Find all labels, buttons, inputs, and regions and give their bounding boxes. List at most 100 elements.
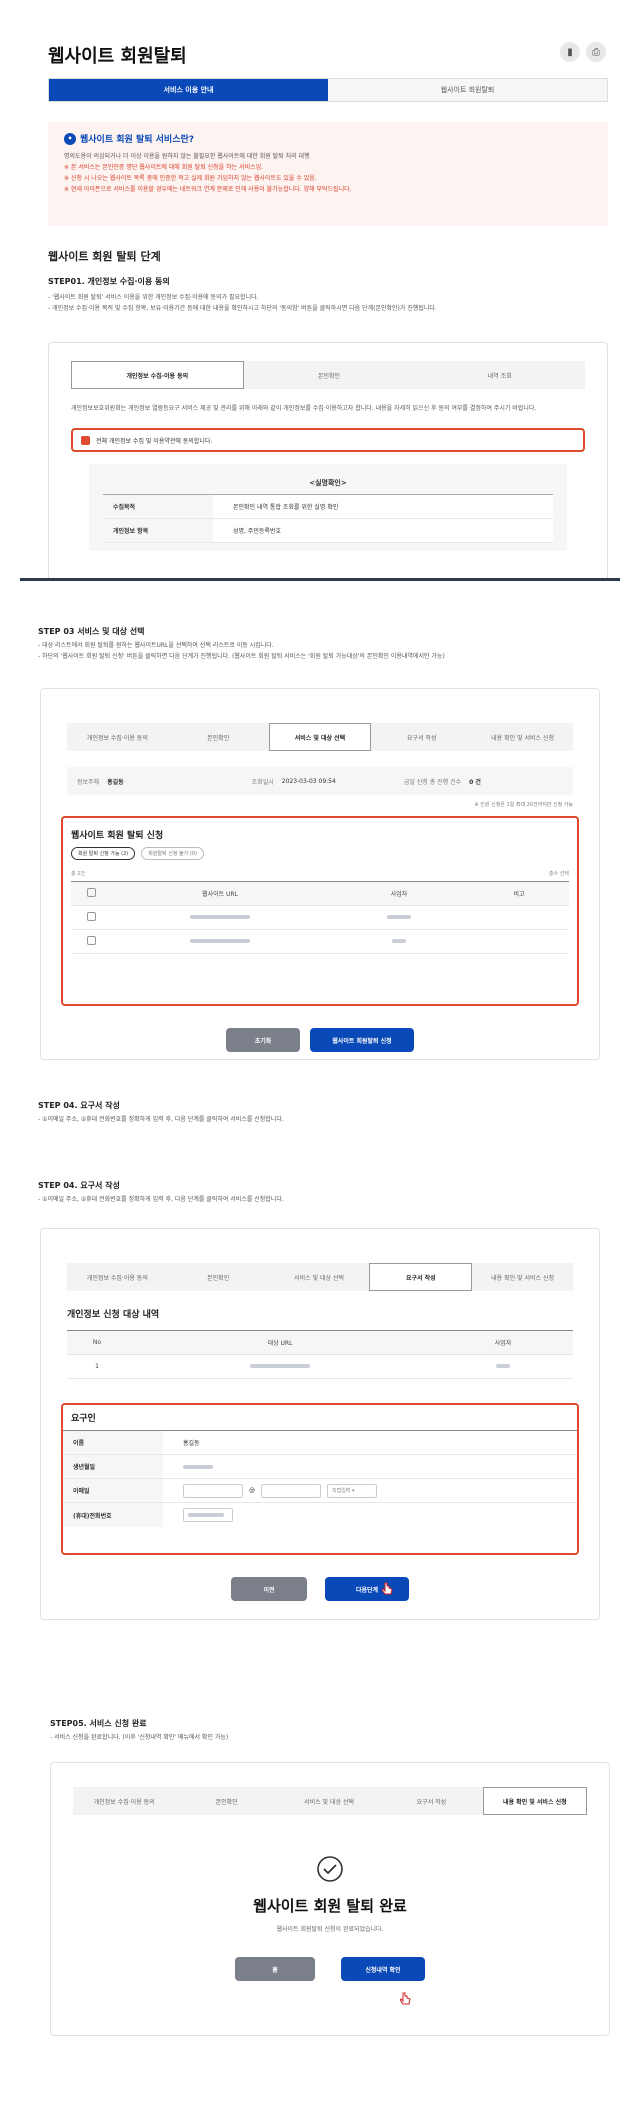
header-checkbox[interactable] xyxy=(86,888,96,897)
progress-bar: 개인정보 수집·이용 동의 본인확인 내역 조회 xyxy=(71,361,585,389)
reset-button[interactable]: 초기화 xyxy=(226,1028,300,1052)
check-history-button[interactable]: 신청내역 확인 xyxy=(341,1957,425,1981)
phone-input[interactable] xyxy=(183,1508,233,1522)
limit-note: ※ 인원 신청은 1일 최대 20건까지만 신청 가능 xyxy=(474,802,573,808)
step1-desc: - '웹사이트 회원 탈퇴' 서비스 이용을 위한 개인정보 수집·이용에 동의… xyxy=(48,294,437,312)
table-row: 1 xyxy=(67,1354,573,1379)
progress-bar: 개인정보 수집·이용 동의 본인확인 서비스 및 대상 선택 요구서 작성 내용… xyxy=(67,723,573,751)
progress-step: 본인확인 xyxy=(207,1274,230,1282)
blurred-birthdate xyxy=(183,1464,213,1469)
blurred-company xyxy=(496,1364,510,1368)
progress-step: 내용 확인 및 서비스 신청 xyxy=(491,1274,554,1282)
chip-unavailable[interactable]: 회원탈퇴 신청 불가 (0) xyxy=(141,847,204,860)
requester-title: 요구인 xyxy=(63,1411,577,1431)
pointer-cursor-icon xyxy=(382,1582,393,1595)
form-row-name: 이름 홍길동 xyxy=(63,1431,577,1455)
email-id-input[interactable] xyxy=(183,1483,243,1498)
total-count: 총 2건 xyxy=(71,871,85,877)
step1-card: 개인정보 수집·이용 동의 본인확인 내역 조회 개인정보보호위원회는 개인정보… xyxy=(48,342,608,578)
progress-step: 본인확인 xyxy=(215,1798,238,1806)
info-line: ※ 신청 시 나오는 웹사이트 목록 중에 인증한 적고 실제 회원 가입하지 … xyxy=(64,175,317,182)
blurred-company xyxy=(392,939,406,943)
consent-text: 개인정보보호위원회는 개인정보 열람등요구 서비스 제공 및 관리를 위해 아래… xyxy=(71,405,537,412)
today-count: 0 건 xyxy=(469,778,481,786)
row-checkbox[interactable] xyxy=(86,912,96,921)
owner-name: 홍길동 xyxy=(107,778,124,786)
table-row: 개인정보 항목 성명, 주민등록번호 xyxy=(103,519,553,543)
row-checkbox[interactable] xyxy=(86,936,96,945)
steps-heading: 웹사이트 회원 탈퇴 단계 xyxy=(48,250,161,263)
prev-button[interactable]: 이전 xyxy=(231,1577,307,1601)
step4-desc: - ①이메일 주소, ②휴대 전화번호를 정확하게 입력 후, 다음 단계를 클… xyxy=(38,1196,284,1203)
withdrawal-box-title: 웹사이트 회원 탈퇴 신청 xyxy=(71,831,164,841)
progress-step: 요구서 작성 xyxy=(416,1798,447,1806)
blurred-company xyxy=(387,915,411,919)
table-row: 수집목적 본인확인 내역 통합 조회를 위한 실명 확인 xyxy=(103,495,553,519)
step5-desc: - 서비스 신청을 완료합니다. (이후 '신청내역 확인' 메뉴에서 확인 가… xyxy=(50,1734,229,1741)
tab-withdrawal[interactable]: 웹사이트 회원탈퇴 xyxy=(328,79,607,101)
blurred-url xyxy=(190,939,250,943)
info-title: 웹사이트 회원 탈퇴 서비스란? xyxy=(80,135,194,145)
step5-card: 개인정보 수집·이용 동의 본인확인 서비스 및 대상 선택 요구서 작성 내용… xyxy=(50,1762,610,2036)
done-title: 웹사이트 회원 탈퇴 완료 xyxy=(253,1897,407,1915)
consent-table-title: <실명확인> xyxy=(103,472,553,495)
progress-step: 요구서 작성 xyxy=(369,1263,473,1291)
email-domain-select[interactable]: 직접입력 ▾ xyxy=(327,1483,377,1498)
blurred-url xyxy=(190,915,250,919)
progress-step: 본인확인 xyxy=(317,372,341,380)
info-box: • 웹사이트 회원 탈퇴 서비스란? 명의도용이 의심되거나 더 이상 이용을 원… xyxy=(48,122,608,226)
info-line: 명의도용이 의심되거나 더 이상 이용을 원하지 않는 불필요한 웹사이트에 대… xyxy=(64,153,310,160)
tab-bar: 서비스 이용 안내 웹사이트 회원탈퇴 xyxy=(48,78,608,102)
query-time: 2023-03-03 09:54 xyxy=(281,777,336,785)
progress-bar: 개인정보 수집·이용 동의 본인확인 서비스 및 대상 선택 요구서 작성 내용… xyxy=(73,1787,588,1815)
form-row-phone: (휴대)전화번호 xyxy=(63,1503,577,1527)
table-row[interactable] xyxy=(71,905,569,930)
check-circle-icon xyxy=(317,1856,343,1882)
chip-available[interactable]: 회원 탈퇴 신청 가능 (2) xyxy=(71,847,136,860)
step4a-desc: - ①이메일 주소, ②휴대 전화번호를 정확하게 입력 후, 다음 단계를 클… xyxy=(38,1116,284,1123)
target-list-title: 개인정보 신청 대상 내역 xyxy=(67,1310,160,1320)
chat-bubble-icon: • xyxy=(64,132,76,145)
step3-desc: - 대상 리스트에서 회원 탈퇴를 원하는 웹사이트URL을 선택하여 선택 리… xyxy=(38,642,445,660)
bookmark-icon[interactable]: ▮ xyxy=(560,42,580,62)
blurred-url xyxy=(250,1364,310,1368)
home-button[interactable]: 홈 xyxy=(235,1957,315,1981)
agree-all-row[interactable]: 전체 개인정보 수집 및 이용약관에 동의합니다. xyxy=(71,428,585,452)
step4a-title: STEP 04. 요구서 작성 xyxy=(38,1101,120,1110)
progress-bar: 개인정보 수집·이용 동의 본인확인 서비스 및 대상 선택 요구서 작성 내용… xyxy=(67,1263,573,1291)
summary-bar: 정보주체 홍길동 조회일시 2023-03-03 09:54 금일 신청 총 진… xyxy=(67,767,573,795)
tab-service-guide[interactable]: 서비스 이용 안내 xyxy=(49,79,328,101)
step3-card: 개인정보 수집·이용 동의 본인확인 서비스 및 대상 선택 요구서 작성 내용… xyxy=(40,688,600,1060)
print-icon[interactable]: ⎙ xyxy=(586,42,606,62)
progress-step: 개인정보 수집·이용 동의 xyxy=(86,1274,148,1282)
email-domain-input[interactable] xyxy=(261,1483,321,1498)
divider xyxy=(20,578,620,581)
progress-step: 내역 조회 xyxy=(487,372,512,380)
withdraw-submit-button[interactable]: 웹사이트 회원탈퇴 신청 xyxy=(310,1028,414,1052)
table-row[interactable] xyxy=(71,929,569,954)
target-table: No 대상 URL 사업자 1 xyxy=(67,1330,573,1379)
step4-title: STEP 04. 요구서 작성 xyxy=(38,1181,120,1190)
step5-title: STEP05. 서비스 신청 완료 xyxy=(50,1719,147,1728)
agree-label: 전체 개인정보 수집 및 이용약관에 동의합니다. xyxy=(96,437,213,445)
step4-card: 개인정보 수집·이용 동의 본인확인 서비스 및 대상 선택 요구서 작성 내용… xyxy=(40,1228,600,1620)
progress-step: 개인정보 수집·이용 동의 xyxy=(93,1798,155,1806)
next-step-button[interactable]: 다음단계 xyxy=(325,1577,409,1601)
pointer-cursor-icon xyxy=(400,1992,411,2005)
progress-step: 내용 확인 및 서비스 신청 xyxy=(482,1787,588,1815)
progress-step: 개인정보 수집·이용 동의 xyxy=(86,734,148,742)
info-line: ※ 본 서비스는 본인인증 명단 웹사이트에 대해 회원 탈퇴 신청을 하는 서… xyxy=(64,164,264,171)
progress-step: 본인확인 xyxy=(207,734,230,742)
select-all-link[interactable]: 총수 선택 xyxy=(549,870,569,877)
agree-checkbox[interactable] xyxy=(81,435,90,445)
page-title: 웹사이트 회원탈퇴 xyxy=(48,46,187,67)
consent-table: <실명확인> 수집목적 본인확인 내역 통합 조회를 위한 실명 확인 개인정보… xyxy=(89,464,567,551)
step1-title: STEP01. 개인정보 수집·이용 동의 xyxy=(48,277,170,286)
done-subtitle: 웹사이트 회원탈퇴 신청이 완료되었습니다. xyxy=(276,1926,384,1933)
step3-title: STEP 03 서비스 및 대상 선택 xyxy=(38,627,145,636)
url-table: 웹사이트 URL 사업자 비고 xyxy=(71,881,569,954)
progress-step: 요구서 작성 xyxy=(407,734,437,742)
progress-step: 서비스 및 대상 선택 xyxy=(294,1274,344,1282)
form-row-email: 이메일 @ 직접입력 ▾ xyxy=(63,1479,577,1503)
progress-step: 내용 확인 및 서비스 신청 xyxy=(491,734,554,742)
